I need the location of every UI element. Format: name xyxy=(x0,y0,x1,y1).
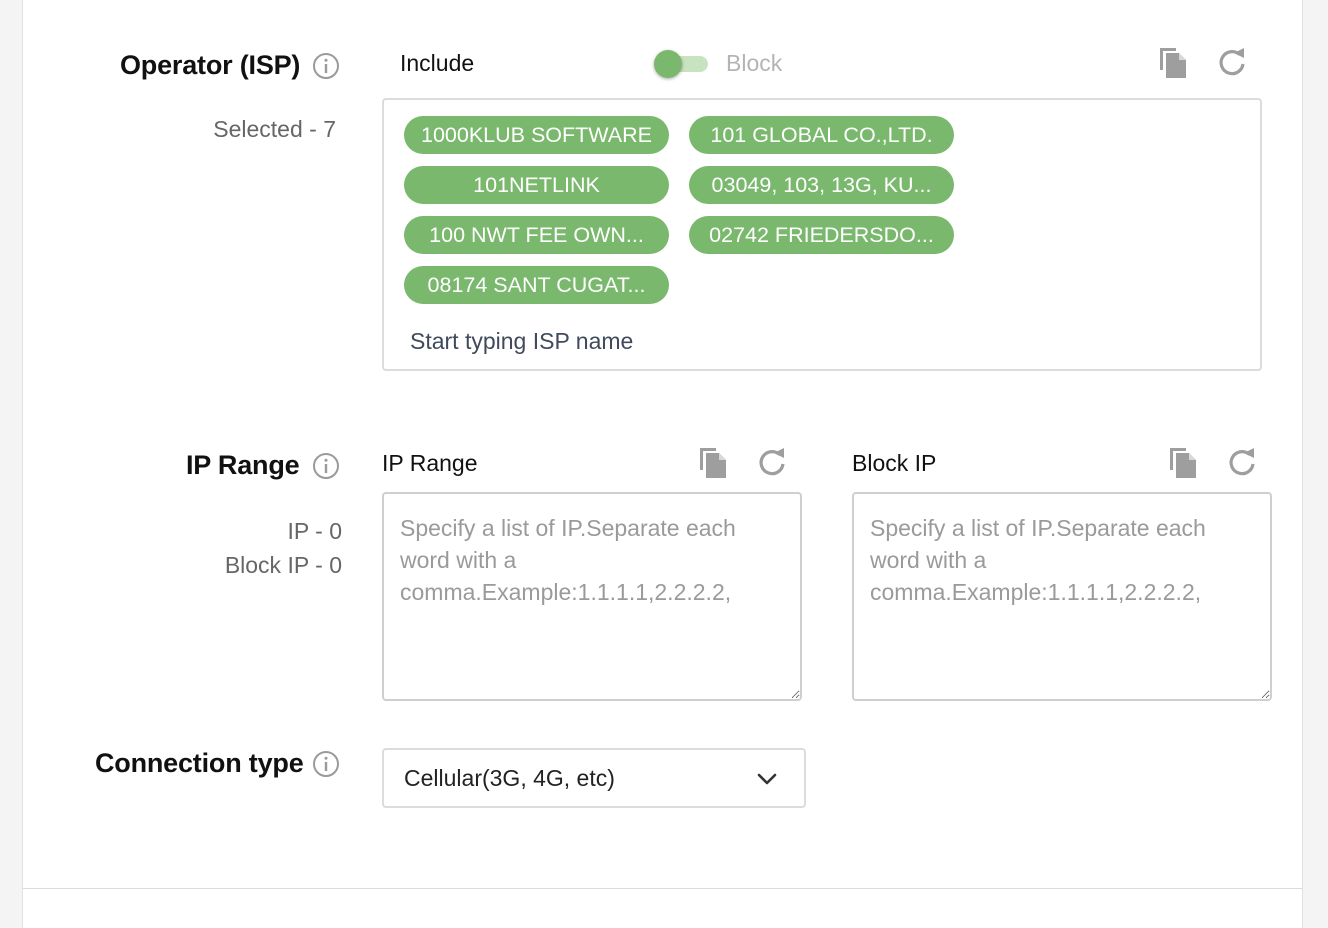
include-label[interactable]: Include xyxy=(400,50,474,77)
isp-tag[interactable]: 03049, 103, 13G, KU... xyxy=(689,166,954,204)
ip-range-textarea[interactable] xyxy=(382,492,802,701)
isp-selected-count: Selected - 7 xyxy=(213,116,336,142)
toggle-knob xyxy=(654,50,682,78)
copy-icon[interactable] xyxy=(1157,44,1189,80)
refresh-icon[interactable] xyxy=(1216,44,1248,80)
block-ip-textarea[interactable] xyxy=(852,492,1272,701)
ip-range-label: IP Range xyxy=(186,450,300,480)
refresh-icon[interactable] xyxy=(1226,444,1258,480)
isp-tag[interactable]: 101NETLINK xyxy=(404,166,669,204)
connection-type-value: Cellular(3G, 4G, etc) xyxy=(404,765,615,791)
isp-tag[interactable]: 100 NWT FEE OWN... xyxy=(404,216,669,254)
isp-tag[interactable]: 02742 FRIEDERSDO... xyxy=(689,216,954,254)
divider xyxy=(22,888,1303,889)
ip-count: IP - 0 xyxy=(287,518,342,544)
chevron-down-icon xyxy=(757,773,777,785)
isp-label: Operator (ISP) xyxy=(120,50,301,80)
ip-range-field-label: IP Range xyxy=(382,450,478,476)
isp-multiselect[interactable]: 1000KLUB SOFTWARE 101 GLOBAL CO.,LTD. 10… xyxy=(382,98,1262,371)
refresh-icon[interactable] xyxy=(756,444,788,480)
info-icon[interactable] xyxy=(312,452,340,480)
info-icon[interactable] xyxy=(312,750,340,778)
isp-search-input[interactable] xyxy=(410,324,1010,358)
include-block-toggle[interactable] xyxy=(654,50,708,78)
isp-tag[interactable]: 1000KLUB SOFTWARE xyxy=(404,116,669,154)
connection-type-label: Connection type xyxy=(95,748,304,778)
block-ip-count: Block IP - 0 xyxy=(224,552,342,578)
block-ip-field-label: Block IP xyxy=(852,450,937,476)
copy-icon[interactable] xyxy=(1167,444,1199,480)
connection-type-select[interactable]: Cellular(3G, 4G, etc) xyxy=(382,748,806,808)
isp-tag[interactable]: 101 GLOBAL CO.,LTD. xyxy=(689,116,954,154)
isp-tag[interactable]: 08174 SANT CUGAT... xyxy=(404,266,669,304)
info-icon[interactable] xyxy=(312,52,340,80)
copy-icon[interactable] xyxy=(697,444,729,480)
block-label[interactable]: Block xyxy=(726,50,782,77)
